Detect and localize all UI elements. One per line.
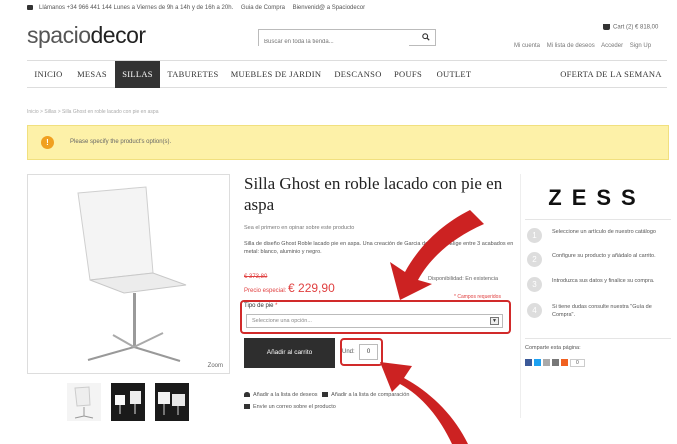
annotation-arrows: [380, 210, 484, 444]
arrow-down-to-select: [390, 210, 484, 300]
page: Llámanos +34 966 441 144 Lunes a Viernes…: [0, 0, 677, 444]
arrow-up-to-qty: [380, 362, 468, 444]
